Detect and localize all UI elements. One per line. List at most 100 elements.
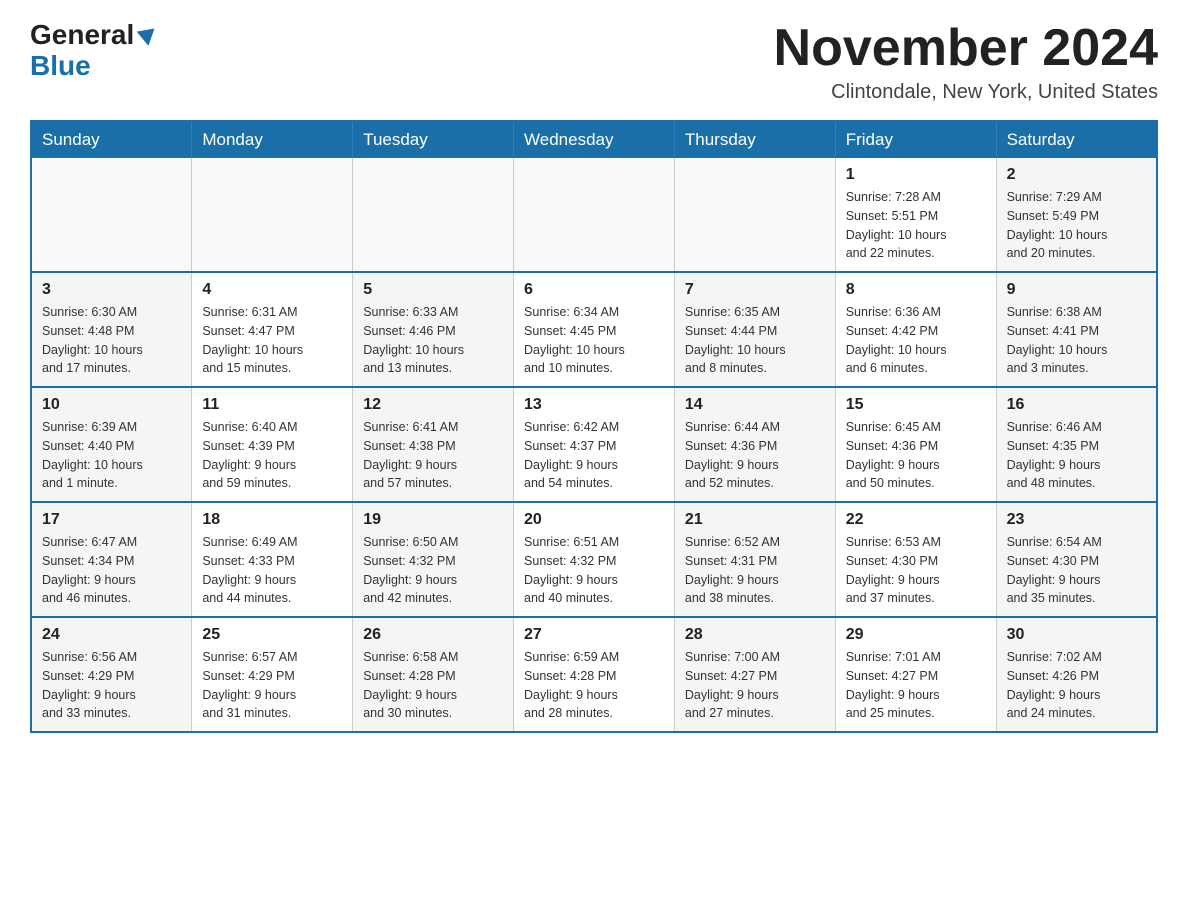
calendar-day-cell: 26 Sunrise: 6:58 AM Sunset: 4:28 PM Dayli…: [353, 617, 514, 732]
day-number: 13: [524, 396, 664, 414]
logo-general-text: General: [30, 20, 156, 51]
day-info: Sunrise: 6:59 AM Sunset: 4:28 PM Dayligh…: [524, 648, 664, 723]
calendar-day-cell: 1 Sunrise: 7:28 AM Sunset: 5:51 PM Daylig…: [835, 158, 996, 272]
calendar-day-cell: 6Sunrise: 6:34 AM Sunset: 4:45 PM Daylig…: [514, 272, 675, 387]
day-number: 7: [685, 281, 825, 299]
day-info: Sunrise: 7:00 AM Sunset: 4:27 PM Dayligh…: [685, 648, 825, 723]
calendar-week-row: 17 Sunrise: 6:47 AM Sunset: 4:34 PM Dayli…: [31, 502, 1157, 617]
day-number: 18: [202, 511, 342, 529]
day-info: Sunrise: 6:47 AM Sunset: 4:34 PM Dayligh…: [42, 533, 181, 608]
day-info: Sunrise: 6:56 AM Sunset: 4:29 PM Dayligh…: [42, 648, 181, 723]
header-saturday: Saturday: [996, 121, 1157, 158]
day-number: 5: [363, 281, 503, 299]
calendar-day-cell: 30Sunrise: 7:02 AM Sunset: 4:26 PM Dayli…: [996, 617, 1157, 732]
header-tuesday: Tuesday: [353, 121, 514, 158]
title-block: November 2024 Clintondale, New York, Uni…: [774, 20, 1158, 104]
calendar-week-row: 1 Sunrise: 7:28 AM Sunset: 5:51 PM Daylig…: [31, 158, 1157, 272]
header-sunday: Sunday: [31, 121, 192, 158]
day-number: 11: [202, 396, 342, 414]
day-info: Sunrise: 6:44 AM Sunset: 4:36 PM Dayligh…: [685, 418, 825, 493]
day-number: 4: [202, 281, 342, 299]
calendar-day-cell: 17 Sunrise: 6:47 AM Sunset: 4:34 PM Dayli…: [31, 502, 192, 617]
calendar-day-cell: 29Sunrise: 7:01 AM Sunset: 4:27 PM Dayli…: [835, 617, 996, 732]
calendar-day-cell: 10 Sunrise: 6:39 AM Sunset: 4:40 PM Dayli…: [31, 387, 192, 502]
calendar-day-cell: 7 Sunrise: 6:35 AM Sunset: 4:44 PM Daylig…: [674, 272, 835, 387]
day-info: Sunrise: 6:58 AM Sunset: 4:28 PM Dayligh…: [363, 648, 503, 723]
header-friday: Friday: [835, 121, 996, 158]
calendar-day-cell: 23 Sunrise: 6:54 AM Sunset: 4:30 PM Dayli…: [996, 502, 1157, 617]
day-number: 10: [42, 396, 181, 414]
day-number: 8: [846, 281, 986, 299]
day-info: Sunrise: 7:29 AM Sunset: 5:49 PM Dayligh…: [1007, 188, 1146, 263]
calendar-day-cell: 5 Sunrise: 6:33 AM Sunset: 4:46 PM Daylig…: [353, 272, 514, 387]
day-number: 26: [363, 626, 503, 644]
day-number: 27: [524, 626, 664, 644]
day-info: Sunrise: 7:28 AM Sunset: 5:51 PM Dayligh…: [846, 188, 986, 263]
calendar-day-cell: 16 Sunrise: 6:46 AM Sunset: 4:35 PM Dayli…: [996, 387, 1157, 502]
day-info: Sunrise: 6:54 AM Sunset: 4:30 PM Dayligh…: [1007, 533, 1146, 608]
day-info: Sunrise: 6:49 AM Sunset: 4:33 PM Dayligh…: [202, 533, 342, 608]
calendar-day-cell: 21 Sunrise: 6:52 AM Sunset: 4:31 PM Dayli…: [674, 502, 835, 617]
day-info: Sunrise: 6:33 AM Sunset: 4:46 PM Dayligh…: [363, 303, 503, 378]
day-info: Sunrise: 6:30 AM Sunset: 4:48 PM Dayligh…: [42, 303, 181, 378]
header-wednesday: Wednesday: [514, 121, 675, 158]
calendar-day-cell: 24 Sunrise: 6:56 AM Sunset: 4:29 PM Dayli…: [31, 617, 192, 732]
calendar-day-cell: 9Sunrise: 6:38 AM Sunset: 4:41 PM Daylig…: [996, 272, 1157, 387]
day-number: 9: [1007, 281, 1146, 299]
day-info: Sunrise: 6:46 AM Sunset: 4:35 PM Dayligh…: [1007, 418, 1146, 493]
day-info: Sunrise: 6:36 AM Sunset: 4:42 PM Dayligh…: [846, 303, 986, 378]
calendar-day-cell: 4Sunrise: 6:31 AM Sunset: 4:47 PM Daylig…: [192, 272, 353, 387]
calendar-day-cell: [514, 158, 675, 272]
calendar-day-cell: 2 Sunrise: 7:29 AM Sunset: 5:49 PM Daylig…: [996, 158, 1157, 272]
logo-blue-text: Blue: [30, 51, 91, 82]
day-number: 25: [202, 626, 342, 644]
day-info: Sunrise: 6:52 AM Sunset: 4:31 PM Dayligh…: [685, 533, 825, 608]
day-number: 3: [42, 281, 181, 299]
calendar-day-cell: 18 Sunrise: 6:49 AM Sunset: 4:33 PM Dayli…: [192, 502, 353, 617]
calendar-day-cell: [31, 158, 192, 272]
day-info: Sunrise: 6:40 AM Sunset: 4:39 PM Dayligh…: [202, 418, 342, 493]
day-number: 19: [363, 511, 503, 529]
day-number: 12: [363, 396, 503, 414]
calendar-day-cell: [192, 158, 353, 272]
calendar-day-cell: 14 Sunrise: 6:44 AM Sunset: 4:36 PM Dayli…: [674, 387, 835, 502]
day-number: 6: [524, 281, 664, 299]
month-title: November 2024: [774, 20, 1158, 77]
logo: General Blue: [30, 20, 156, 82]
day-number: 17: [42, 511, 181, 529]
header-thursday: Thursday: [674, 121, 835, 158]
day-info: Sunrise: 6:39 AM Sunset: 4:40 PM Dayligh…: [42, 418, 181, 493]
day-number: 14: [685, 396, 825, 414]
calendar-day-cell: 25 Sunrise: 6:57 AM Sunset: 4:29 PM Dayli…: [192, 617, 353, 732]
day-number: 22: [846, 511, 986, 529]
page-header: General Blue November 2024 Clintondale, …: [30, 20, 1158, 104]
calendar-day-cell: 28Sunrise: 7:00 AM Sunset: 4:27 PM Dayli…: [674, 617, 835, 732]
weekday-header-row: Sunday Monday Tuesday Wednesday Thursday…: [31, 121, 1157, 158]
calendar-day-cell: 12 Sunrise: 6:41 AM Sunset: 4:38 PM Dayli…: [353, 387, 514, 502]
calendar-day-cell: 22Sunrise: 6:53 AM Sunset: 4:30 PM Dayli…: [835, 502, 996, 617]
day-info: Sunrise: 6:45 AM Sunset: 4:36 PM Dayligh…: [846, 418, 986, 493]
calendar-day-cell: 27 Sunrise: 6:59 AM Sunset: 4:28 PM Dayli…: [514, 617, 675, 732]
day-number: 30: [1007, 626, 1146, 644]
calendar-table: Sunday Monday Tuesday Wednesday Thursday…: [30, 120, 1158, 733]
day-number: 1: [846, 166, 986, 184]
calendar-day-cell: 15Sunrise: 6:45 AM Sunset: 4:36 PM Dayli…: [835, 387, 996, 502]
day-number: 24: [42, 626, 181, 644]
day-number: 23: [1007, 511, 1146, 529]
calendar-day-cell: 8 Sunrise: 6:36 AM Sunset: 4:42 PM Daylig…: [835, 272, 996, 387]
day-number: 16: [1007, 396, 1146, 414]
day-info: Sunrise: 6:35 AM Sunset: 4:44 PM Dayligh…: [685, 303, 825, 378]
calendar-day-cell: [353, 158, 514, 272]
day-info: Sunrise: 6:42 AM Sunset: 4:37 PM Dayligh…: [524, 418, 664, 493]
header-monday: Monday: [192, 121, 353, 158]
calendar-day-cell: 20 Sunrise: 6:51 AM Sunset: 4:32 PM Dayli…: [514, 502, 675, 617]
day-info: Sunrise: 6:41 AM Sunset: 4:38 PM Dayligh…: [363, 418, 503, 493]
day-number: 21: [685, 511, 825, 529]
day-info: Sunrise: 6:51 AM Sunset: 4:32 PM Dayligh…: [524, 533, 664, 608]
day-number: 20: [524, 511, 664, 529]
day-info: Sunrise: 6:57 AM Sunset: 4:29 PM Dayligh…: [202, 648, 342, 723]
day-number: 29: [846, 626, 986, 644]
calendar-day-cell: 19Sunrise: 6:50 AM Sunset: 4:32 PM Dayli…: [353, 502, 514, 617]
calendar-day-cell: 13 Sunrise: 6:42 AM Sunset: 4:37 PM Dayli…: [514, 387, 675, 502]
day-number: 2: [1007, 166, 1146, 184]
